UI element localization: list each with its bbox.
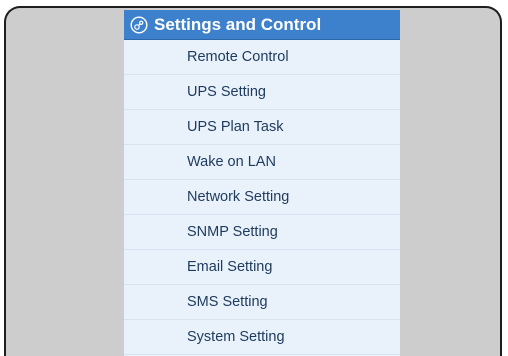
menu-list: Remote Control UPS Setting UPS Plan Task… [124, 40, 400, 355]
menu-item-system-setting[interactable]: System Setting [124, 320, 400, 355]
menu-item-wake-on-lan[interactable]: Wake on LAN [124, 145, 400, 180]
menu-item-label: Wake on LAN [187, 154, 276, 170]
menu-item-sms-setting[interactable]: SMS Setting [124, 285, 400, 320]
menu-item-label: SNMP Setting [187, 224, 278, 240]
menu-item-label: Network Setting [187, 189, 290, 205]
menu-item-label: System Setting [187, 329, 285, 345]
menu-header[interactable]: Settings and Control [124, 10, 400, 40]
menu-item-label: SMS Setting [187, 294, 268, 310]
settings-menu: Settings and Control Remote Control UPS … [124, 10, 400, 356]
menu-item-ups-setting[interactable]: UPS Setting [124, 75, 400, 110]
menu-item-network-setting[interactable]: Network Setting [124, 180, 400, 215]
menu-item-label: UPS Setting [187, 84, 266, 100]
menu-item-label: Email Setting [187, 259, 273, 275]
settings-circle-icon [130, 16, 148, 34]
menu-item-label: Remote Control [187, 49, 289, 65]
menu-item-snmp-setting[interactable]: SNMP Setting [124, 215, 400, 250]
menu-item-remote-control[interactable]: Remote Control [124, 40, 400, 75]
menu-item-email-setting[interactable]: Email Setting [124, 250, 400, 285]
menu-item-ups-plan-task[interactable]: UPS Plan Task [124, 110, 400, 145]
menu-header-title: Settings and Control [154, 15, 322, 34]
screenshot-frame: Settings and Control Remote Control UPS … [4, 6, 502, 356]
menu-item-label: UPS Plan Task [187, 119, 284, 135]
